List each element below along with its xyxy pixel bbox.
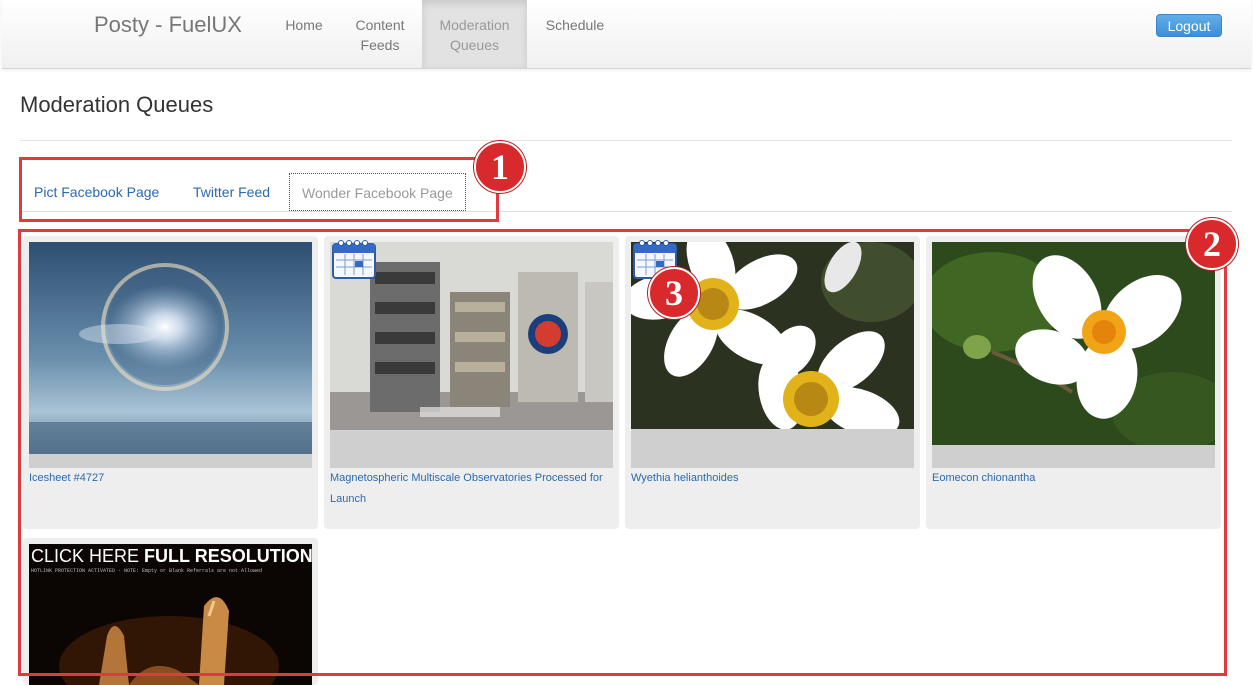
nav-schedule-label: Schedule	[545, 17, 605, 33]
nav-home-label: Home	[285, 17, 323, 33]
annotation-badge-3: 3	[648, 267, 700, 319]
nav-content-feeds[interactable]: Content Feeds	[347, 0, 413, 68]
highlight-box-2	[18, 229, 1227, 676]
top-navbar: Posty - FuelUX Home Content Feeds Modera…	[2, 0, 1251, 69]
nav-moderation-queues[interactable]: Moderation Queues	[422, 0, 527, 68]
title-divider	[20, 140, 1232, 141]
page-title: Moderation Queues	[20, 92, 214, 117]
annotation-badge-1: 1	[474, 141, 526, 193]
nav-content-feeds-label-2: Feeds	[360, 37, 400, 53]
brand-link[interactable]: Posty - FuelUX	[94, 12, 242, 38]
annotation-badge-2: 2	[1186, 218, 1238, 270]
logout-button[interactable]: Logout	[1156, 14, 1222, 37]
nav-home[interactable]: Home	[282, 0, 326, 68]
nav-moderation-queues-label-2: Queues	[449, 37, 500, 53]
nav-moderation-queues-label-1: Moderation	[439, 17, 510, 33]
highlight-box-1	[19, 157, 499, 222]
nav-content-feeds-label-1: Content	[355, 17, 405, 33]
nav-schedule[interactable]: Schedule	[540, 0, 610, 68]
